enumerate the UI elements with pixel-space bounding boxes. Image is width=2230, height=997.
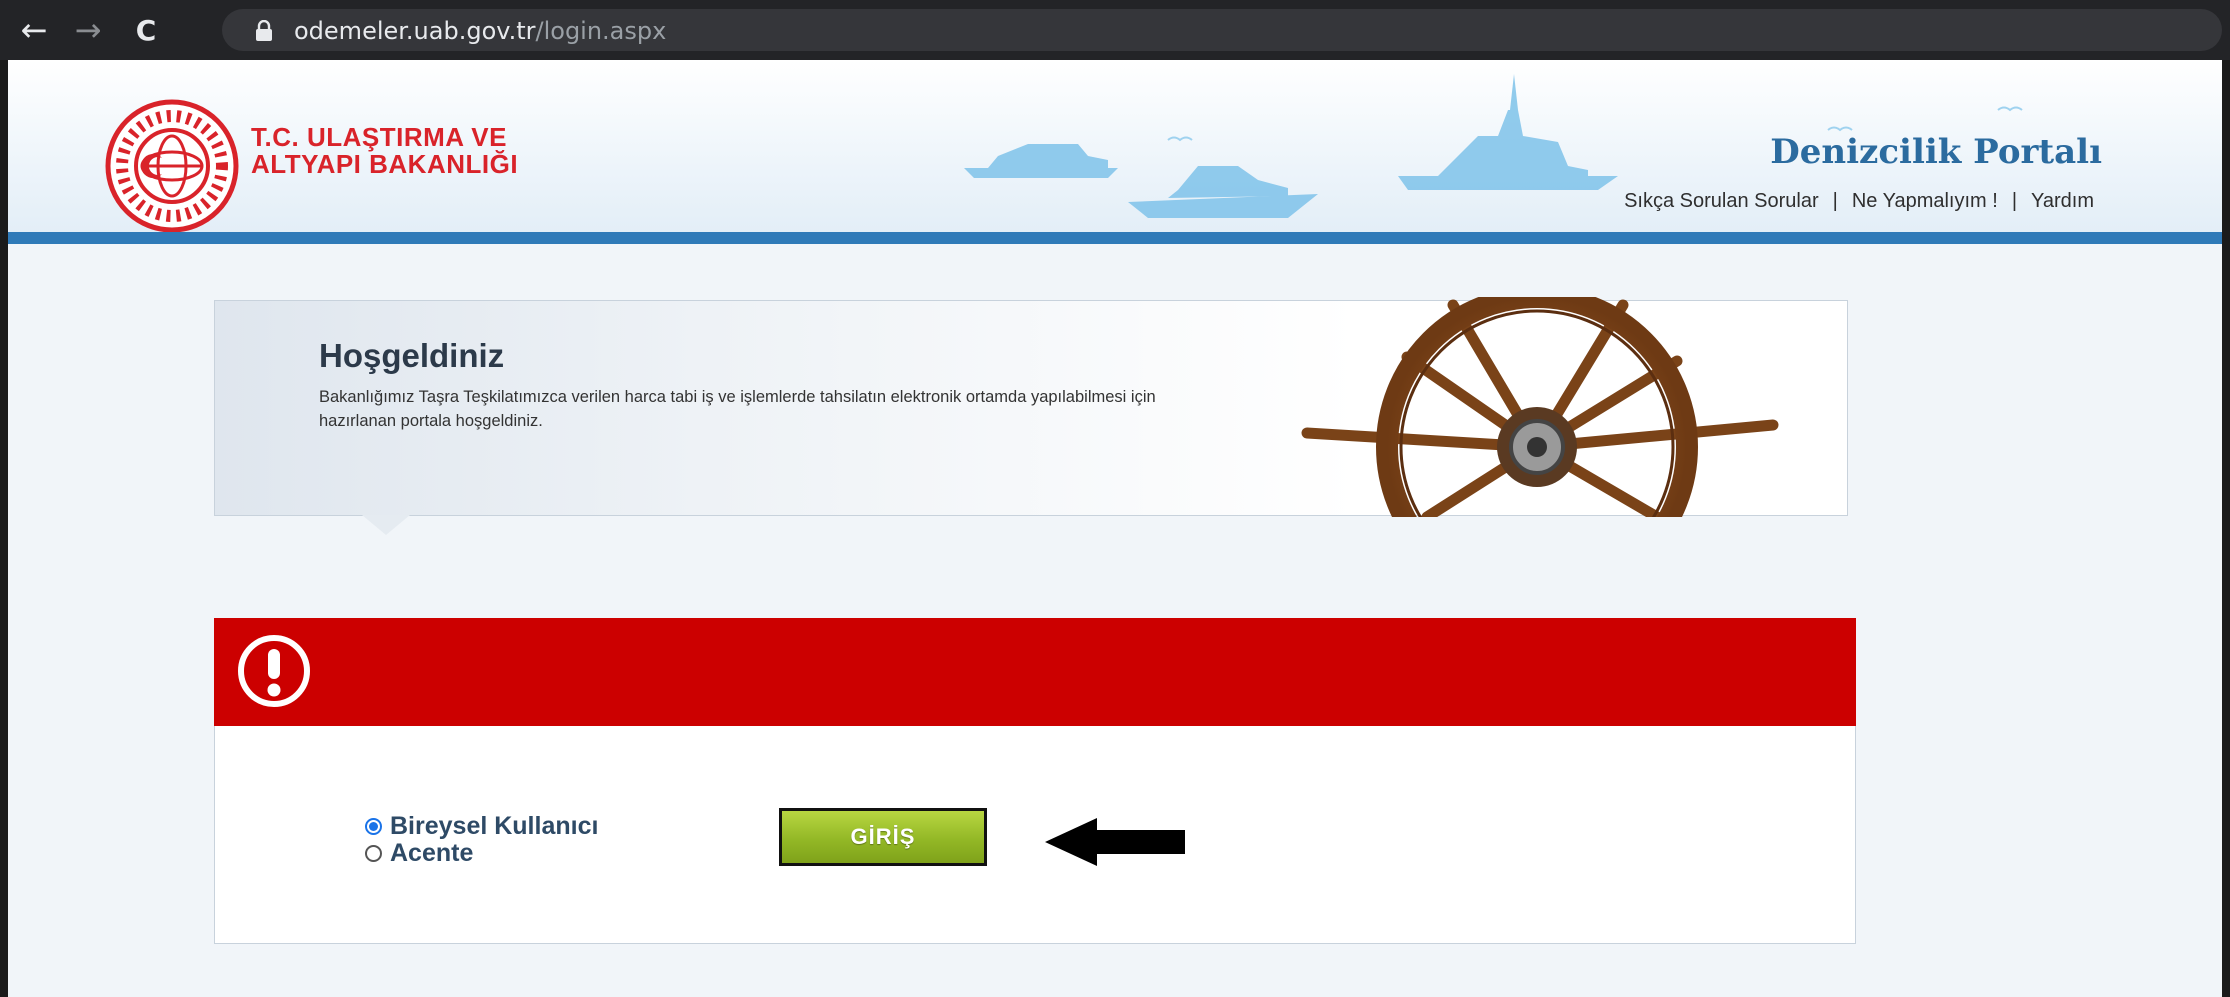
ministry-name-line1: T.C. ULAŞTIRMA VE	[251, 122, 507, 152]
url-text: odemeler.uab.gov.tr/login.aspx	[294, 17, 666, 45]
radio-label-individual: Bireysel Kullanıcı	[390, 812, 599, 840]
radio-option-individual[interactable]: Bireysel Kullanıcı	[365, 812, 599, 840]
ship-wheel-image	[1301, 297, 1779, 517]
arrow-left-icon: ←	[20, 11, 48, 49]
exclamation-circle-icon	[238, 635, 310, 707]
welcome-text: Bakanlığımız Taşra Teşkilatımızca verile…	[319, 388, 1156, 430]
top-links: Sıkça Sorulan Sorular | Ne Yapmalıyım ! | Ya…	[1624, 190, 2094, 213]
welcome-title: Hoşgeldiniz	[319, 337, 505, 374]
forward-button[interactable]: →	[66, 0, 110, 60]
arrow-right-icon: →	[74, 11, 102, 49]
reload-button[interactable]: C	[124, 0, 168, 60]
welcome-banner: Hoşgeldiniz Bakanlığımız Taşra Teşkilatı…	[214, 297, 1848, 517]
address-bar[interactable]: odemeler.uab.gov.tr/login.aspx	[222, 9, 2222, 51]
url-path: /login.aspx	[535, 17, 667, 45]
radio-label-agency: Acente	[390, 839, 474, 867]
faq-link[interactable]: Sıkça Sorulan Sorular	[1624, 190, 1819, 212]
ministry-logo	[105, 99, 239, 232]
alert-bar	[214, 618, 1856, 726]
ministry-name-line2: ALTYAPI BAKANLIĞI	[251, 149, 519, 179]
login-button[interactable]: GİRİŞ	[779, 808, 987, 866]
reload-icon: C	[135, 13, 157, 47]
back-button[interactable]: ←	[12, 0, 56, 60]
black-arrow-left-icon	[1045, 818, 1185, 866]
lock-icon	[256, 20, 272, 41]
user-type-radio-group: Bireysel Kullanıcı Acente	[365, 812, 599, 867]
radio-button-unchecked[interactable]	[365, 845, 382, 862]
window-border-left	[0, 60, 8, 997]
radio-button-checked[interactable]	[365, 818, 382, 835]
login-panel: Bireysel Kullanıcı Acente GİRİŞ	[214, 618, 1856, 944]
url-host: odemeler.uab.gov.tr	[294, 17, 536, 45]
browser-toolbar: ← → C odemeler.uab.gov.tr/login.aspx	[0, 0, 2230, 60]
ministry-name: T.C. ULAŞTIRMA VE ALTYAPI BAKANLIĞI	[251, 124, 518, 178]
portal-title: Denizcilik Portalı	[1770, 132, 2102, 172]
help-link[interactable]: Yardım	[2031, 190, 2094, 212]
header-divider	[8, 232, 2222, 244]
window-border-right	[2222, 60, 2230, 997]
link-separator: |	[1832, 190, 1838, 212]
welcome-pointer	[362, 515, 410, 535]
what-to-do-link[interactable]: Ne Yapmalıyım !	[1852, 190, 1998, 212]
site-header: T.C. ULAŞTIRMA VE ALTYAPI BAKANLIĞI Deni…	[8, 60, 2222, 232]
radio-option-agency[interactable]: Acente	[365, 839, 598, 867]
link-separator: |	[2011, 190, 2018, 212]
